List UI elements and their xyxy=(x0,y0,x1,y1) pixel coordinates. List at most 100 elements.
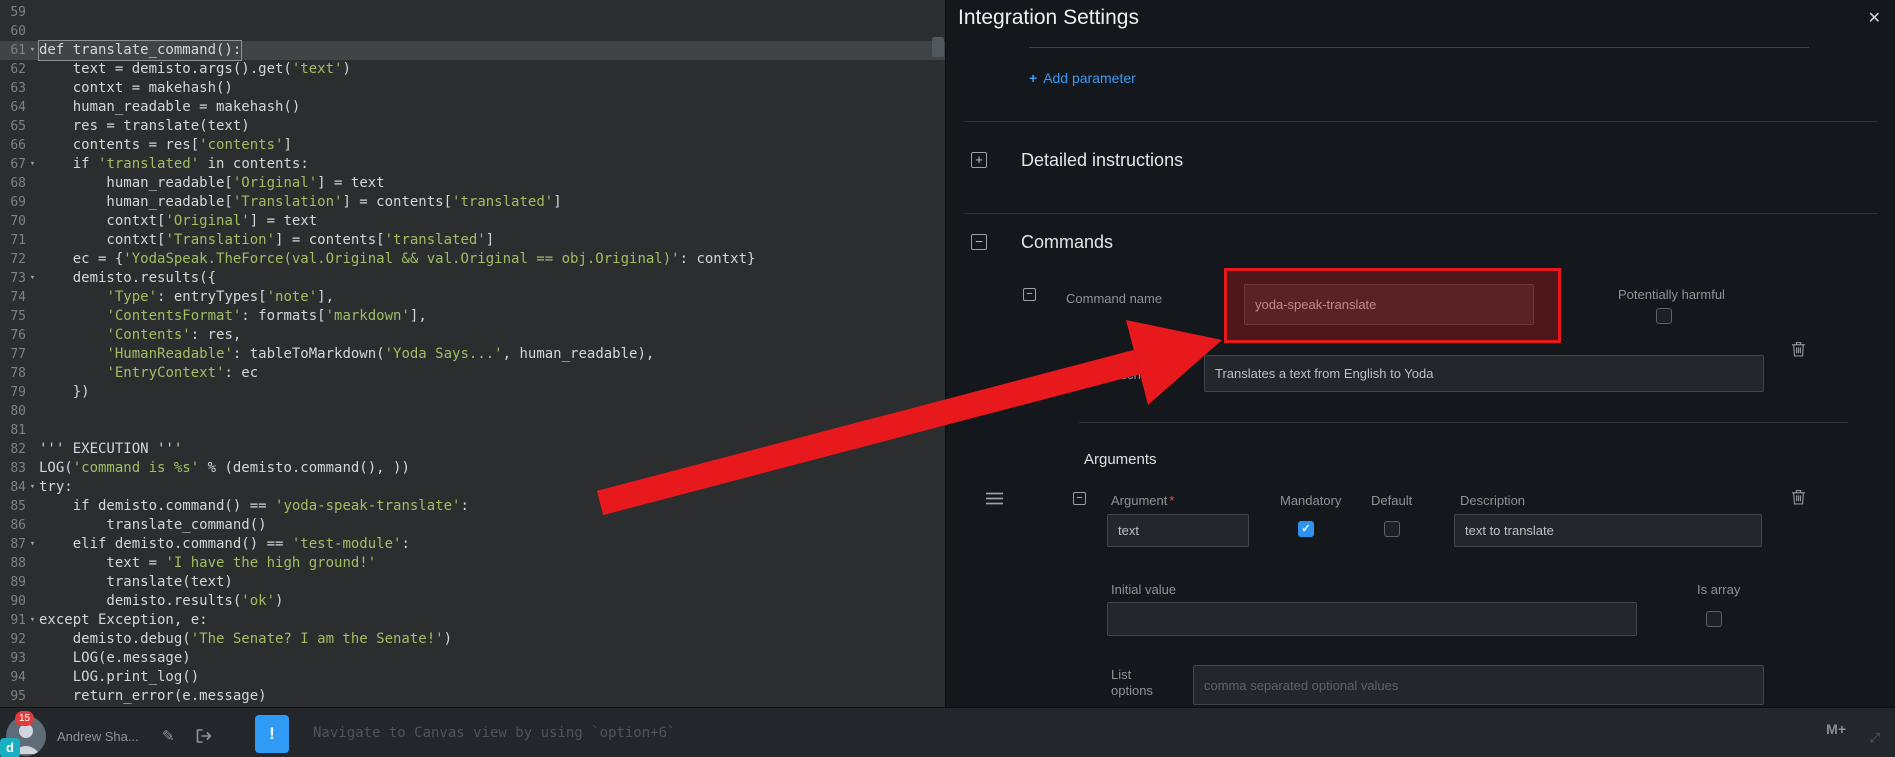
expand-section-icon[interactable]: + xyxy=(971,152,987,168)
argument-name-input[interactable] xyxy=(1107,514,1249,547)
code-line: 79 }) xyxy=(0,383,945,402)
collapse-argument-icon[interactable]: − xyxy=(1073,492,1086,505)
list-options-label: List options xyxy=(1111,667,1153,698)
fold-marker-icon xyxy=(26,250,39,269)
code-line: 61 ▾ def translate_command(): xyxy=(0,40,945,61)
edit-pencil-icon[interactable]: ✎ xyxy=(162,727,175,745)
code-text: translate(text) xyxy=(39,574,233,590)
code-text: contxt['Translation'] = contents['transl… xyxy=(39,232,495,248)
fold-marker-icon xyxy=(26,649,39,668)
code-line: 91 ▾ except Exception, e: xyxy=(0,611,945,630)
line-number: 70 xyxy=(10,214,26,229)
code-line: 74 'Type': entryTypes['note'], xyxy=(0,288,945,307)
code-line: 83 LOG('command is %s' % (demisto.command… xyxy=(0,459,945,478)
line-number: 61 xyxy=(10,43,26,58)
code-line: 65 res = translate(text) xyxy=(0,117,945,136)
line-number: 81 xyxy=(10,423,26,438)
code-line: 75 'ContentsFormat': formats['markdown']… xyxy=(0,307,945,326)
cli-input[interactable]: Navigate to Canvas view by using `option… xyxy=(313,725,1513,741)
code-text: res = translate(text) xyxy=(39,118,250,134)
line-number: 89 xyxy=(10,575,26,590)
notification-badge: 15 xyxy=(15,711,35,726)
user-name[interactable]: Andrew Sha... xyxy=(57,729,139,744)
fold-marker-icon xyxy=(26,687,39,706)
argument-description-input[interactable] xyxy=(1454,514,1762,547)
mandatory-label: Mandatory xyxy=(1280,493,1342,508)
fold-marker-icon xyxy=(26,212,39,231)
fold-marker-icon xyxy=(26,421,39,440)
drag-handle-icon[interactable] xyxy=(986,492,1003,510)
fold-marker-icon xyxy=(26,573,39,592)
code-text: demisto.results('ok') xyxy=(39,593,284,609)
line-number: 79 xyxy=(10,385,26,400)
delete-command-icon[interactable] xyxy=(1791,341,1806,362)
code-text: LOG('command is %s' % (demisto.command()… xyxy=(39,460,410,476)
line-number: 74 xyxy=(10,290,26,305)
fold-marker-icon xyxy=(26,79,39,98)
fold-marker-icon[interactable]: ▾ xyxy=(26,41,39,60)
list-options-input[interactable] xyxy=(1193,665,1764,705)
code-text: LOG(e.message) xyxy=(39,650,191,666)
line-number: 83 xyxy=(10,461,26,476)
fold-marker-icon[interactable]: ▾ xyxy=(26,611,39,630)
line-number: 91 xyxy=(10,613,26,628)
code-text: human_readable['Translation'] = contents… xyxy=(39,194,562,210)
line-number: 82 xyxy=(10,442,26,457)
code-line: 84 ▾ try: xyxy=(0,478,945,497)
line-number: 90 xyxy=(10,594,26,609)
default-checkbox[interactable] xyxy=(1384,521,1400,537)
code-editor[interactable]: 59 60 61 ▾ def translate_command(): 62 text =… xyxy=(0,0,945,707)
code-text: 'ContentsFormat': formats['markdown'], xyxy=(106,308,427,324)
code-line: 92 demisto.debug('The Senate? I am the S… xyxy=(0,630,945,649)
command-description-input[interactable] xyxy=(1204,355,1764,392)
fold-marker-icon xyxy=(26,345,39,364)
line-number: 78 xyxy=(10,366,26,381)
code-text: elif demisto.command() == 'test-module': xyxy=(39,536,410,552)
code-text: text = 'I have the high ground!' xyxy=(39,555,377,571)
fold-marker-icon xyxy=(26,288,39,307)
mandatory-checkbox[interactable]: ✓ xyxy=(1298,521,1314,537)
delete-argument-icon[interactable] xyxy=(1791,489,1806,510)
fold-marker-icon xyxy=(26,554,39,573)
fold-marker-icon[interactable]: ▾ xyxy=(26,535,39,554)
code-line: 63 contxt = makehash() xyxy=(0,79,945,98)
fold-marker-icon[interactable]: ▾ xyxy=(26,155,39,174)
plus-icon: + xyxy=(1029,70,1038,86)
close-icon[interactable]: ✕ xyxy=(1868,8,1881,28)
export-icon[interactable] xyxy=(196,729,213,748)
collapse-section-icon[interactable]: − xyxy=(971,234,987,250)
initial-value-input[interactable] xyxy=(1107,602,1637,636)
line-number: 66 xyxy=(10,138,26,153)
command-name-input[interactable] xyxy=(1244,284,1534,325)
line-number: 94 xyxy=(10,670,26,685)
code-text: human_readable['Original'] = text xyxy=(39,175,385,191)
code-line: 88 text = 'I have the high ground!' xyxy=(0,554,945,573)
fold-marker-icon xyxy=(26,136,39,155)
divider xyxy=(964,121,1878,122)
code-line: 76 'Contents': res, xyxy=(0,326,945,345)
line-number: 77 xyxy=(10,347,26,362)
editor-scrollbar-thumb[interactable] xyxy=(932,37,944,57)
is-array-checkbox[interactable] xyxy=(1706,611,1722,627)
section-detailed-instructions[interactable]: Detailed instructions xyxy=(1021,150,1183,171)
is-array-label: Is array xyxy=(1697,582,1741,597)
code-line: 62 text = demisto.args().get('text') xyxy=(0,60,945,79)
code-line: 95 return_error(e.message) xyxy=(0,687,945,706)
potentially-harmful-checkbox[interactable] xyxy=(1656,308,1672,324)
line-number: 76 xyxy=(10,328,26,343)
line-number: 84 xyxy=(10,480,26,495)
collapse-command-icon[interactable]: − xyxy=(1023,288,1036,301)
fold-marker-icon[interactable]: ▾ xyxy=(26,269,39,288)
line-number: 68 xyxy=(10,176,26,191)
code-text: demisto.debug('The Senate? I am the Sena… xyxy=(39,631,453,647)
fold-marker-icon xyxy=(26,497,39,516)
line-number: 80 xyxy=(10,404,26,419)
add-parameter-button[interactable]: + Add parameter xyxy=(1029,70,1136,86)
markdown-icon[interactable]: M+ xyxy=(1826,721,1846,737)
warning-button[interactable]: ! xyxy=(255,715,289,753)
code-text: }) xyxy=(39,384,90,400)
line-number: 63 xyxy=(10,81,26,96)
section-commands[interactable]: Commands xyxy=(1021,232,1113,253)
fold-marker-icon[interactable]: ▾ xyxy=(26,478,39,497)
expand-icon[interactable]: ⤢ xyxy=(1870,730,1880,746)
